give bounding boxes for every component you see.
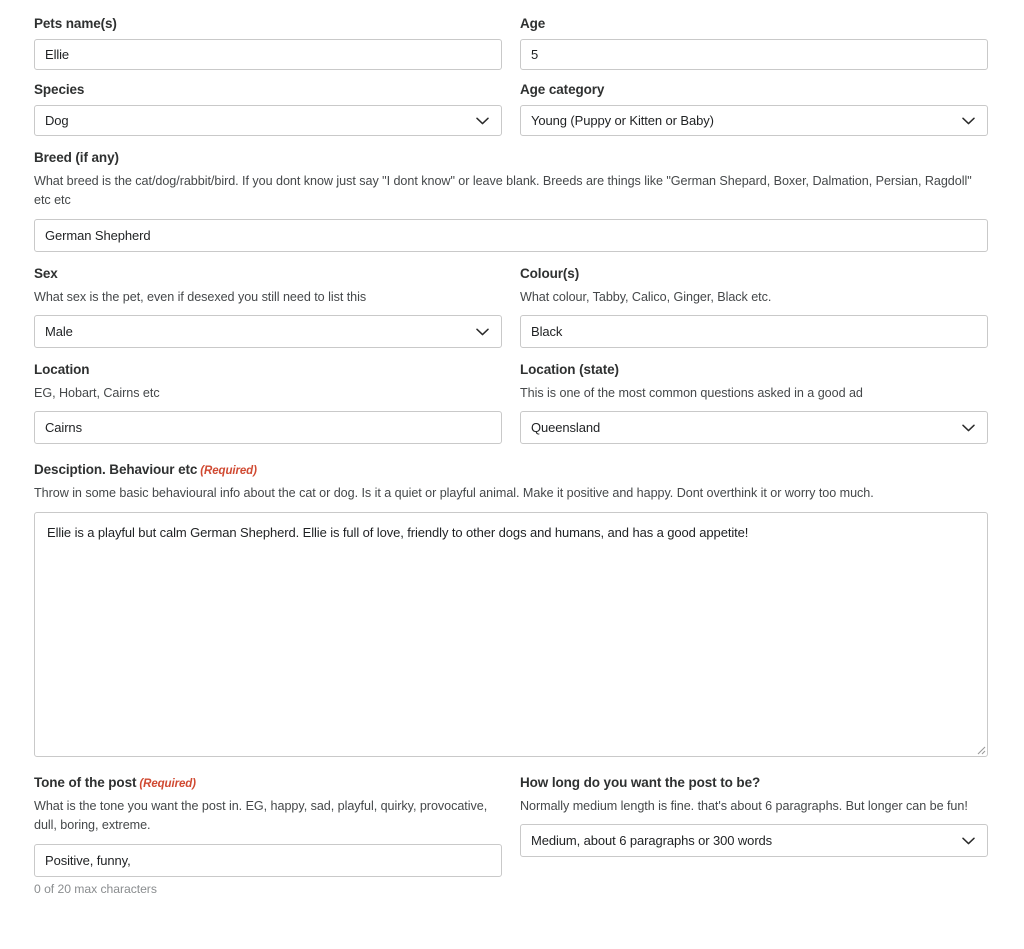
species-label: Species xyxy=(34,81,85,97)
pet-post-form: Pets name(s) Ellie Age 5 Species Dog Age… xyxy=(0,0,1024,896)
colour-label: Colour(s) xyxy=(520,265,580,281)
sex-label: Sex xyxy=(34,265,58,281)
description-help-text: Throw in some basic behavioural info abo… xyxy=(34,486,874,501)
pet-name-input[interactable]: Ellie xyxy=(34,38,502,70)
chevron-down-icon xyxy=(962,833,975,848)
description-label: Desciption. Behaviour etc (Required) xyxy=(34,462,988,479)
tone-required-marker: (Required) xyxy=(139,777,196,790)
sex-help-text: What sex is the pet, even if desexed you… xyxy=(34,289,367,304)
age-category-selected-value: Young (Puppy or Kitten or Baby) xyxy=(531,112,714,128)
tone-input[interactable]: Positive, funny, xyxy=(34,843,502,877)
chevron-down-icon xyxy=(962,113,975,128)
post-length-selected-value: Medium, about 6 paragraphs or 300 words xyxy=(531,833,773,849)
species-select[interactable]: Dog xyxy=(34,104,502,136)
post-length-label: How long do you want the post to be? xyxy=(520,774,761,790)
description-textarea-wrap: Ellie is a playful but calm German Sheph… xyxy=(34,511,988,757)
description-required-marker: (Required) xyxy=(200,465,257,478)
age-label: Age xyxy=(520,16,546,31)
colour-help-text: What colour, Tabby, Calico, Ginger, Blac… xyxy=(520,289,772,304)
tone-character-counter: 0 of 20 max characters xyxy=(34,881,157,896)
age-category-select[interactable]: Young (Puppy or Kitten or Baby) xyxy=(520,104,988,136)
field-pet-name: Pets name(s) Ellie xyxy=(34,16,502,70)
location-state-label: Location (state) xyxy=(520,362,619,378)
colour-input[interactable]: Black xyxy=(520,315,988,349)
description-label-text: Desciption. Behaviour etc xyxy=(34,462,198,478)
location-help-text: EG, Hobart, Cairns etc xyxy=(34,385,160,400)
breed-input[interactable]: German Shepherd xyxy=(34,218,988,252)
field-location: Location EG, Hobart, Cairns etc Cairns xyxy=(34,362,502,445)
field-age: Age 5 xyxy=(520,16,988,70)
field-sex: Sex What sex is the pet, even if desexed… xyxy=(34,265,502,349)
description-textarea[interactable]: Ellie is a playful but calm German Sheph… xyxy=(34,511,988,757)
location-input[interactable]: Cairns xyxy=(34,411,502,445)
form-row-sex-colour: Sex What sex is the pet, even if desexed… xyxy=(34,265,988,349)
chevron-down-icon xyxy=(476,113,489,128)
sex-selected-value: Male xyxy=(45,324,73,340)
field-location-state: Location (state) This is one of the most… xyxy=(520,362,988,445)
form-row-species-agecat: Species Dog Age category Young (Puppy or… xyxy=(34,82,988,136)
field-breed: Breed (if any) What breed is the cat/dog… xyxy=(34,150,988,252)
location-state-selected-value: Queensland xyxy=(531,420,601,436)
field-post-length: How long do you want the post to be? Nor… xyxy=(520,774,988,858)
field-age-category: Age category Young (Puppy or Kitten or B… xyxy=(520,82,988,136)
field-description: Desciption. Behaviour etc (Required) Thro… xyxy=(34,462,988,757)
age-category-label: Age category xyxy=(520,81,605,97)
pet-name-label: Pets name(s) xyxy=(34,16,117,31)
age-input[interactable]: 5 xyxy=(520,38,988,70)
tone-label-text: Tone of the post xyxy=(34,774,137,790)
post-length-select[interactable]: Medium, about 6 paragraphs or 300 words xyxy=(520,824,988,858)
form-row-name-age: Pets name(s) Ellie Age 5 xyxy=(34,16,988,70)
form-row-location: Location EG, Hobart, Cairns etc Cairns L… xyxy=(34,362,988,445)
tone-label: Tone of the post (Required) xyxy=(34,775,502,792)
tone-help-text: What is the tone you want the post in. E… xyxy=(34,798,488,833)
chevron-down-icon xyxy=(962,420,975,435)
form-row-tone-length: Tone of the post (Required) What is the t… xyxy=(34,775,988,896)
location-label: Location xyxy=(34,362,90,378)
breed-label: Breed (if any) xyxy=(34,149,119,165)
breed-help-text: What breed is the cat/dog/rabbit/bird. I… xyxy=(34,173,972,208)
field-colour: Colour(s) What colour, Tabby, Calico, Gi… xyxy=(520,265,988,349)
chevron-down-icon xyxy=(476,324,489,339)
sex-select[interactable]: Male xyxy=(34,315,502,349)
post-length-help-text: Normally medium length is fine. that's a… xyxy=(520,798,968,813)
location-state-help-text: This is one of the most common questions… xyxy=(520,385,863,400)
location-state-select[interactable]: Queensland xyxy=(520,411,988,445)
species-selected-value: Dog xyxy=(45,112,69,128)
field-species: Species Dog xyxy=(34,82,502,136)
field-tone: Tone of the post (Required) What is the t… xyxy=(34,775,502,896)
